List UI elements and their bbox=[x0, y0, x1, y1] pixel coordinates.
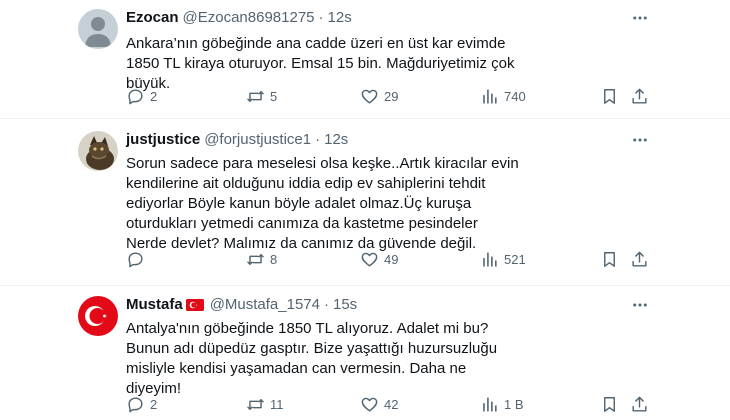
avatar-default[interactable] bbox=[78, 9, 118, 49]
tweet[interactable]: Ezocan @Ezocan86981275 · 12s Ankara’nın … bbox=[0, 0, 730, 118]
repost-icon bbox=[247, 398, 264, 410]
bookmark-icon bbox=[604, 396, 615, 412]
display-name[interactable]: justjustice bbox=[126, 130, 200, 150]
like-button[interactable]: 29 bbox=[360, 86, 398, 106]
default-avatar-icon bbox=[78, 9, 118, 49]
timestamp[interactable]: 12s bbox=[328, 8, 352, 28]
reply-icon bbox=[128, 251, 143, 267]
like-icon bbox=[361, 252, 378, 267]
share-icon bbox=[632, 251, 647, 267]
more-options-button[interactable] bbox=[630, 295, 650, 315]
share-icon bbox=[632, 88, 647, 104]
bookmark-icon bbox=[604, 251, 615, 267]
like-count: 29 bbox=[384, 88, 399, 104]
more-options-button[interactable] bbox=[630, 8, 650, 28]
more-icon bbox=[633, 16, 647, 20]
cat-avatar-icon bbox=[78, 131, 118, 171]
tweet[interactable]: justjustice @forjustjustice1 · 12s Sorun… bbox=[0, 119, 730, 285]
action-bar: 2 11 42 1 B bbox=[126, 394, 649, 414]
like-button[interactable]: 49 bbox=[360, 249, 398, 269]
bookmark-button[interactable] bbox=[600, 86, 619, 106]
action-bar: 8 49 521 bbox=[126, 249, 649, 269]
tweet-header: justjustice @forjustjustice1 · 12s bbox=[126, 130, 348, 150]
like-icon bbox=[361, 397, 378, 412]
share-icon bbox=[632, 396, 647, 412]
repost-button[interactable]: 11 bbox=[246, 394, 284, 414]
repost-button[interactable]: 8 bbox=[246, 249, 277, 269]
reply-icon bbox=[128, 396, 143, 412]
more-icon bbox=[633, 303, 647, 307]
avatar-mustafa[interactable] bbox=[78, 296, 118, 336]
repost-icon bbox=[247, 90, 264, 102]
separator: · bbox=[315, 131, 321, 148]
views-button[interactable]: 521 bbox=[480, 249, 526, 269]
views-button[interactable]: 740 bbox=[480, 86, 526, 106]
tweet-text: Ankara’nın göbeğinde ana cadde üzeri en … bbox=[126, 35, 515, 92]
views-icon bbox=[483, 251, 497, 267]
bookmark-icon bbox=[604, 88, 615, 104]
share-button[interactable] bbox=[630, 394, 649, 414]
display-name[interactable]: Mustafa bbox=[126, 295, 183, 315]
user-handle[interactable]: @forjustjustice1 bbox=[204, 130, 311, 150]
reply-count: 2 bbox=[150, 88, 158, 104]
timestamp[interactable]: 15s bbox=[333, 295, 357, 315]
repost-icon bbox=[247, 253, 264, 265]
tweet-text: Antalya'nın göbeğinde 1850 TL alıyoruz. … bbox=[126, 320, 498, 397]
repost-count: 5 bbox=[270, 88, 278, 104]
avatar-justjustice[interactable] bbox=[78, 131, 118, 171]
views-icon bbox=[483, 396, 497, 412]
views-count: 1 B bbox=[504, 396, 524, 412]
reply-count: 2 bbox=[150, 396, 158, 412]
tweet-text: Sorun sadece para meselesi olsa keşke..A… bbox=[126, 155, 519, 252]
reply-icon bbox=[128, 88, 143, 104]
tweet-header: Mustafa @Mustafa_1574 · 15s bbox=[126, 295, 357, 315]
share-button[interactable] bbox=[630, 86, 649, 106]
bookmark-button[interactable] bbox=[600, 249, 619, 269]
reply-button[interactable]: 2 bbox=[126, 394, 157, 414]
timestamp[interactable]: 12s bbox=[324, 130, 348, 150]
turkish-flag-icon bbox=[185, 299, 204, 311]
repost-button[interactable]: 5 bbox=[246, 86, 277, 106]
more-options-button[interactable] bbox=[630, 130, 650, 150]
reply-button[interactable] bbox=[126, 249, 150, 269]
tweet[interactable]: Mustafa @Mustafa_1574 · 15s Antalya'nın … bbox=[0, 286, 730, 420]
turkish-flag-avatar-icon bbox=[78, 296, 118, 336]
more-icon bbox=[633, 138, 647, 142]
separator: · bbox=[323, 296, 329, 313]
repost-count: 8 bbox=[270, 251, 278, 267]
user-handle[interactable]: @Mustafa_1574 bbox=[210, 295, 320, 315]
like-count: 49 bbox=[384, 251, 399, 267]
action-bar: 2 5 29 740 bbox=[126, 86, 649, 106]
views-count: 521 bbox=[504, 251, 526, 267]
share-button[interactable] bbox=[630, 249, 649, 269]
tweet-feed: Ezocan @Ezocan86981275 · 12s Ankara’nın … bbox=[0, 0, 730, 420]
views-button[interactable]: 1 B bbox=[480, 394, 524, 414]
display-name[interactable]: Ezocan bbox=[126, 8, 179, 28]
bookmark-button[interactable] bbox=[600, 394, 619, 414]
separator: · bbox=[318, 9, 324, 26]
like-icon bbox=[361, 89, 378, 104]
user-handle[interactable]: @Ezocan86981275 bbox=[183, 8, 315, 28]
reply-button[interactable]: 2 bbox=[126, 86, 157, 106]
views-icon bbox=[483, 88, 497, 104]
tweet-header: Ezocan @Ezocan86981275 · 12s bbox=[126, 8, 352, 28]
repost-count: 11 bbox=[270, 396, 284, 412]
like-count: 42 bbox=[384, 396, 399, 412]
views-count: 740 bbox=[504, 88, 526, 104]
like-button[interactable]: 42 bbox=[360, 394, 398, 414]
